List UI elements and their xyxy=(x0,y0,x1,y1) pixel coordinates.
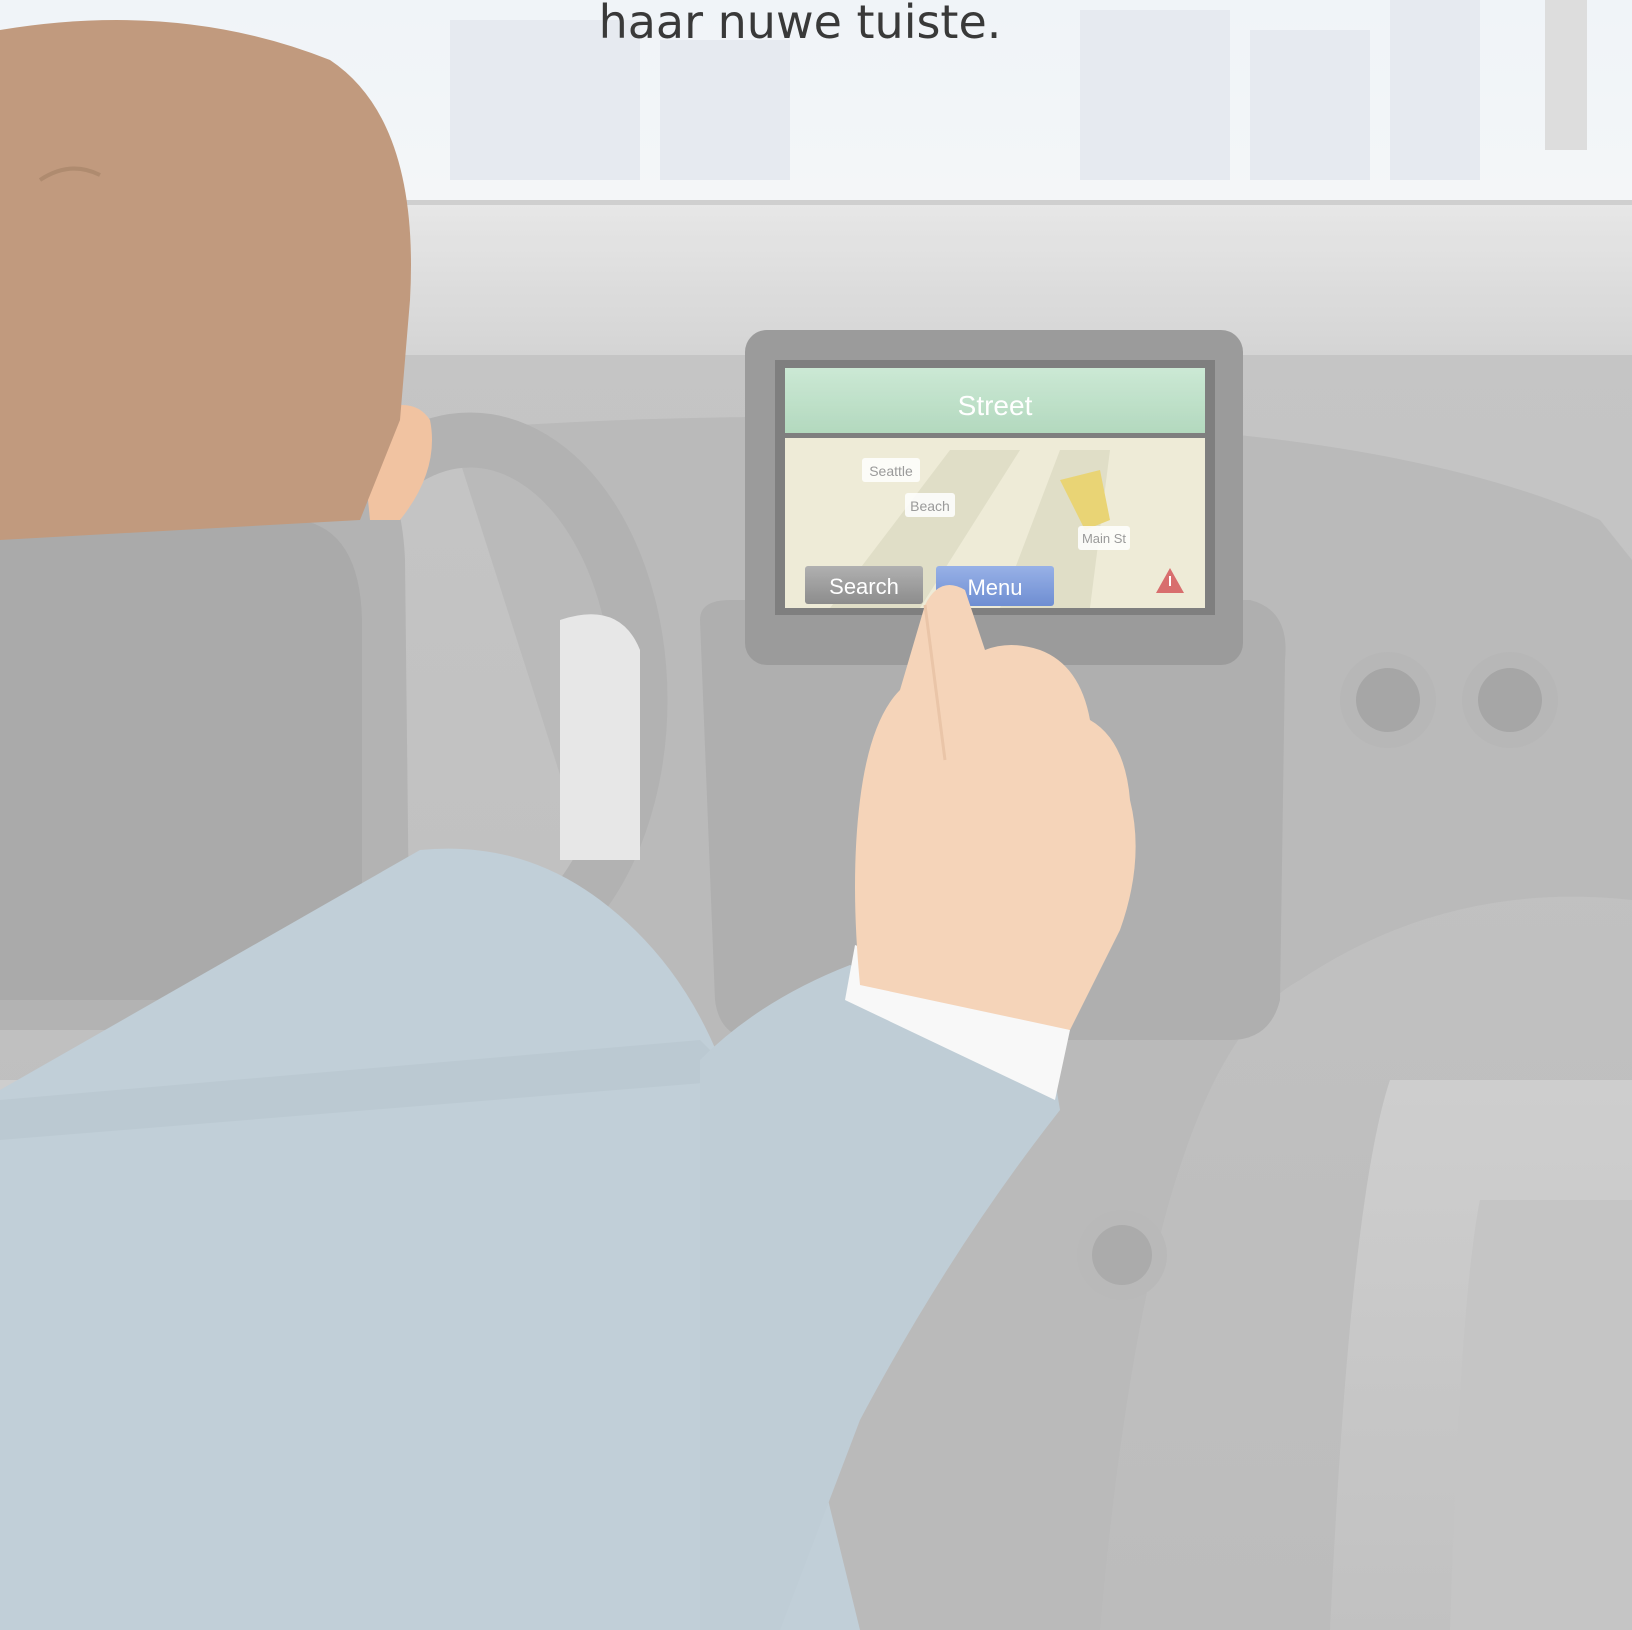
svg-text:Search: Search xyxy=(829,574,899,599)
windshield-pillar xyxy=(1545,0,1587,150)
svg-text:Menu: Menu xyxy=(967,575,1022,600)
svg-text:Seattle: Seattle xyxy=(869,463,913,479)
console-knob-icon xyxy=(1077,1210,1167,1300)
map-label-seattle: Seattle xyxy=(862,458,920,482)
svg-text:Main St: Main St xyxy=(1082,531,1126,546)
map-label-main-st: Main St xyxy=(1078,526,1130,550)
caption: haar nuwe tuiste. xyxy=(599,0,1002,49)
nav-header-label: Street xyxy=(958,390,1033,421)
hair xyxy=(0,20,411,540)
search-button[interactable]: Search xyxy=(805,566,923,604)
passenger-seat xyxy=(1330,1080,1632,1630)
map-label-beach: Beach xyxy=(905,493,955,517)
car-interior-illustration: Street Seattle Beach Main St Search Menu xyxy=(0,0,1632,1630)
svg-text:Beach: Beach xyxy=(910,498,950,514)
navigation-unit: Street Seattle Beach Main St Search Menu xyxy=(745,330,1243,665)
